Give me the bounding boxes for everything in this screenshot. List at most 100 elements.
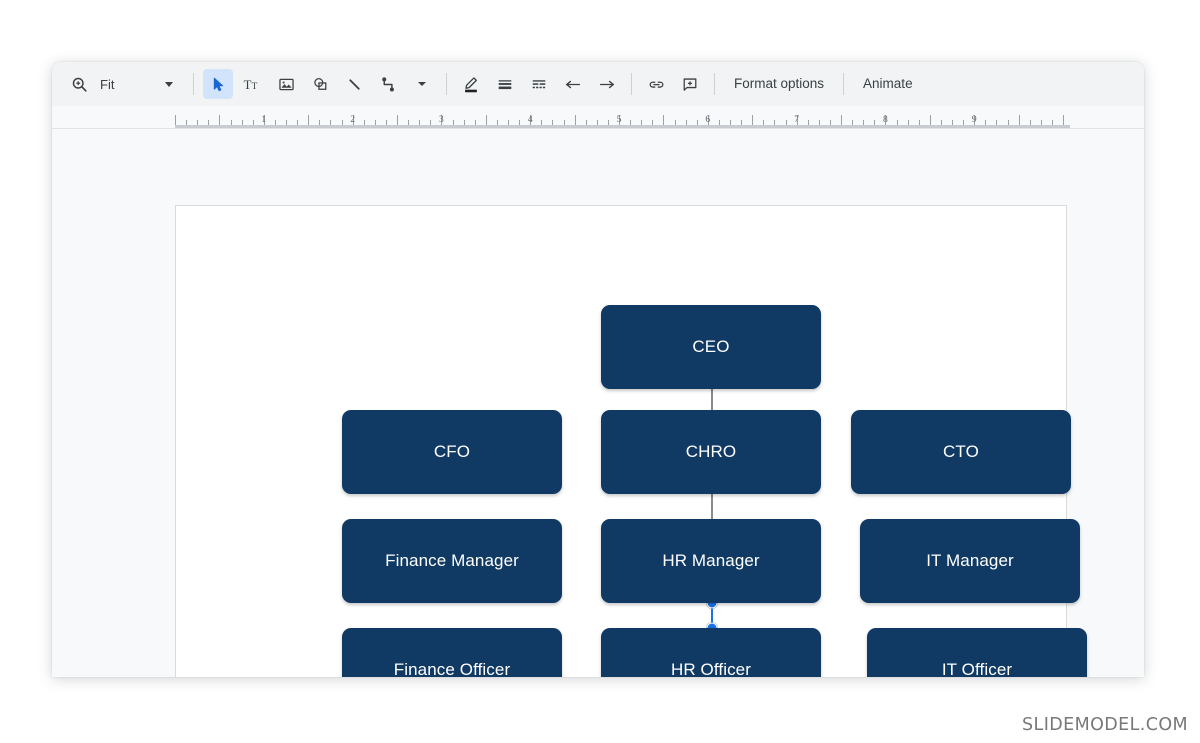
- ruler-tick: [319, 120, 321, 125]
- zoom-level-label[interactable]: Fit: [96, 77, 152, 92]
- org-node-it-officer[interactable]: IT Officer: [867, 628, 1087, 677]
- zoom-in-icon[interactable]: [64, 69, 94, 99]
- horizontal-ruler[interactable]: 1 2 3 4 5 6 7 8 9: [52, 106, 1144, 129]
- ruler-tick: [1007, 120, 1009, 125]
- ruler-tick: [652, 120, 654, 125]
- line-icon[interactable]: [339, 69, 369, 99]
- ruler-tick: [408, 120, 410, 125]
- ruler-tick: [863, 120, 865, 125]
- ruler-tick: [519, 120, 521, 125]
- ruler-tick: [286, 120, 287, 125]
- line-dash-icon[interactable]: [524, 69, 554, 99]
- ruler-tick: [663, 115, 665, 125]
- ruler-number: 5: [616, 115, 622, 125]
- ruler-tick: [730, 120, 731, 125]
- ruler-tick: [397, 115, 398, 125]
- ruler-number: 2: [350, 115, 355, 125]
- ruler-tick: [696, 120, 698, 125]
- ruler-tick: [430, 120, 432, 125]
- ruler-tick: [574, 115, 576, 125]
- org-node-ceo[interactable]: CEO: [601, 305, 821, 389]
- line-weight-icon[interactable]: [490, 69, 520, 99]
- org-node-hr-officer[interactable]: HR Officer: [601, 628, 821, 677]
- add-comment-icon[interactable]: [675, 69, 705, 99]
- text-box-tool[interactable]: T T: [237, 69, 267, 99]
- ruler-tick: [829, 120, 831, 125]
- chevron-down-icon: [165, 81, 173, 87]
- ruler-number: 1: [261, 115, 267, 125]
- slide[interactable]: CEO CFO CHRO CTO Finance Manager HR Manager IT…: [175, 205, 1087, 677]
- ruler-number: 6: [705, 115, 711, 125]
- shape-icon[interactable]: [305, 69, 335, 99]
- ruler-track: 1 2 3 4 5 6 7 8 9: [175, 106, 1070, 128]
- org-node-finance-officer[interactable]: Finance Officer: [342, 628, 562, 677]
- animate-button[interactable]: Animate: [851, 69, 925, 99]
- ruler-tick: [596, 120, 598, 125]
- svg-text:T: T: [243, 78, 251, 92]
- ruler-number: 4: [527, 115, 533, 125]
- select-tool[interactable]: [203, 69, 233, 99]
- connector-ceo-to-chro[interactable]: [711, 389, 713, 410]
- ruler-tick: [718, 120, 720, 125]
- ruler-tick: [197, 120, 199, 125]
- ruler-tick: [918, 120, 920, 125]
- toolbar-divider: [714, 73, 715, 95]
- zoom-control[interactable]: Fit: [62, 69, 186, 99]
- ruler-tick: [807, 120, 809, 125]
- ruler-tick: [630, 120, 632, 125]
- ruler-tick: [996, 120, 998, 125]
- toolbar-divider: [446, 73, 447, 95]
- format-options-button[interactable]: Format options: [722, 69, 836, 99]
- ruler-tick: [308, 115, 310, 125]
- toolbar: Fit T T Format options Animate: [52, 62, 1144, 106]
- image-icon[interactable]: [271, 69, 301, 99]
- ruler-tick: [674, 120, 676, 125]
- arrow-end-icon[interactable]: [592, 69, 622, 99]
- ruler-tick: [474, 120, 476, 125]
- ruler-tick: [1051, 120, 1053, 125]
- org-node-cfo[interactable]: CFO: [342, 410, 562, 494]
- ruler-tick: [785, 120, 787, 125]
- pencil-border-color-icon[interactable]: [456, 69, 486, 99]
- slide-canvas-area[interactable]: CEO CFO CHRO CTO Finance Manager HR Manager IT…: [52, 129, 1144, 677]
- ruler-tick: [274, 120, 276, 125]
- ruler-tick: [541, 120, 543, 125]
- toolbar-divider: [631, 73, 632, 95]
- ruler-tick: [940, 120, 942, 125]
- ruler-tick: [485, 115, 487, 125]
- arrow-start-icon[interactable]: [558, 69, 588, 99]
- ruler-tick: [219, 115, 221, 125]
- ruler-tick: [1063, 115, 1064, 125]
- ruler-tick: [685, 120, 687, 125]
- chevron-down-icon: [418, 82, 426, 86]
- connector-chro-to-hr-manager[interactable]: [711, 494, 713, 519]
- org-node-cto[interactable]: CTO: [851, 410, 1071, 494]
- ruler-tick: [929, 115, 931, 125]
- ruler-tick: [874, 120, 876, 125]
- svg-text:T: T: [251, 82, 257, 92]
- elbow-connector-icon[interactable]: [373, 69, 403, 99]
- link-icon[interactable]: [641, 69, 671, 99]
- ruler-tick: [463, 120, 465, 125]
- ruler-number: 7: [794, 115, 799, 125]
- org-node-finance-manager[interactable]: Finance Manager: [342, 519, 562, 603]
- toolbar-divider: [843, 73, 845, 95]
- ruler-tick: [363, 120, 365, 125]
- org-node-hr-manager[interactable]: HR Manager: [601, 519, 821, 603]
- ruler-tick: [175, 115, 176, 125]
- ruler-tick: [985, 120, 987, 125]
- ruler-tick: [508, 120, 509, 125]
- ruler-tick: [186, 120, 188, 125]
- zoom-dropdown-button[interactable]: [154, 69, 184, 99]
- ruler-tick: [252, 120, 254, 125]
- ruler-tick: [763, 120, 765, 125]
- ruler-number: 3: [439, 115, 444, 125]
- ruler-tick: [752, 115, 754, 125]
- org-node-it-manager[interactable]: IT Manager: [860, 519, 1080, 603]
- connector-options-dropdown[interactable]: [407, 69, 437, 99]
- org-node-chro[interactable]: CHRO: [601, 410, 821, 494]
- ruler-tick: [208, 120, 210, 125]
- ruler-tick: [374, 120, 376, 125]
- ruler-tick: [585, 120, 587, 125]
- ruler-tick: [774, 120, 776, 125]
